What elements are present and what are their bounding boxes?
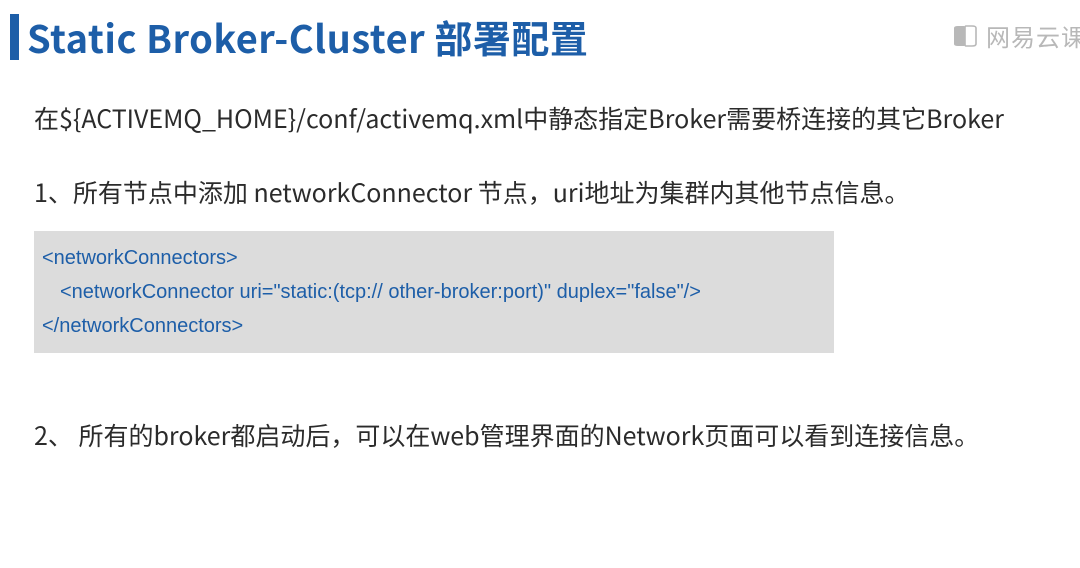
step-2-text: 2、 所有的broker都启动后，可以在web管理界面的Network页面可以看… xyxy=(34,417,1062,453)
code-line-2: <networkConnector uri="static:(tcp:// ot… xyxy=(42,275,826,309)
watermark: 网易云课 xyxy=(952,18,1080,53)
watermark-text: 网易云课 xyxy=(986,18,1080,53)
code-line-3: </networkConnectors> xyxy=(42,309,826,343)
slide-content: 在${ACTIVEMQ_HOME}/conf/activemq.xml中静态指定… xyxy=(34,100,1062,453)
title-accent-bar xyxy=(10,14,19,60)
slide-title: Static Broker-Cluster 部署配置 xyxy=(27,14,588,60)
code-block: <networkConnectors> <networkConnector ur… xyxy=(34,231,834,353)
code-line-1: <networkConnectors> xyxy=(42,241,826,275)
step-1-text: 1、所有节点中添加 networkConnector 节点，uri地址为集群内其… xyxy=(34,174,1062,210)
slide-title-container: Static Broker-Cluster 部署配置 xyxy=(10,14,588,60)
intro-text: 在${ACTIVEMQ_HOME}/conf/activemq.xml中静态指定… xyxy=(34,100,1062,136)
book-icon xyxy=(952,25,978,47)
